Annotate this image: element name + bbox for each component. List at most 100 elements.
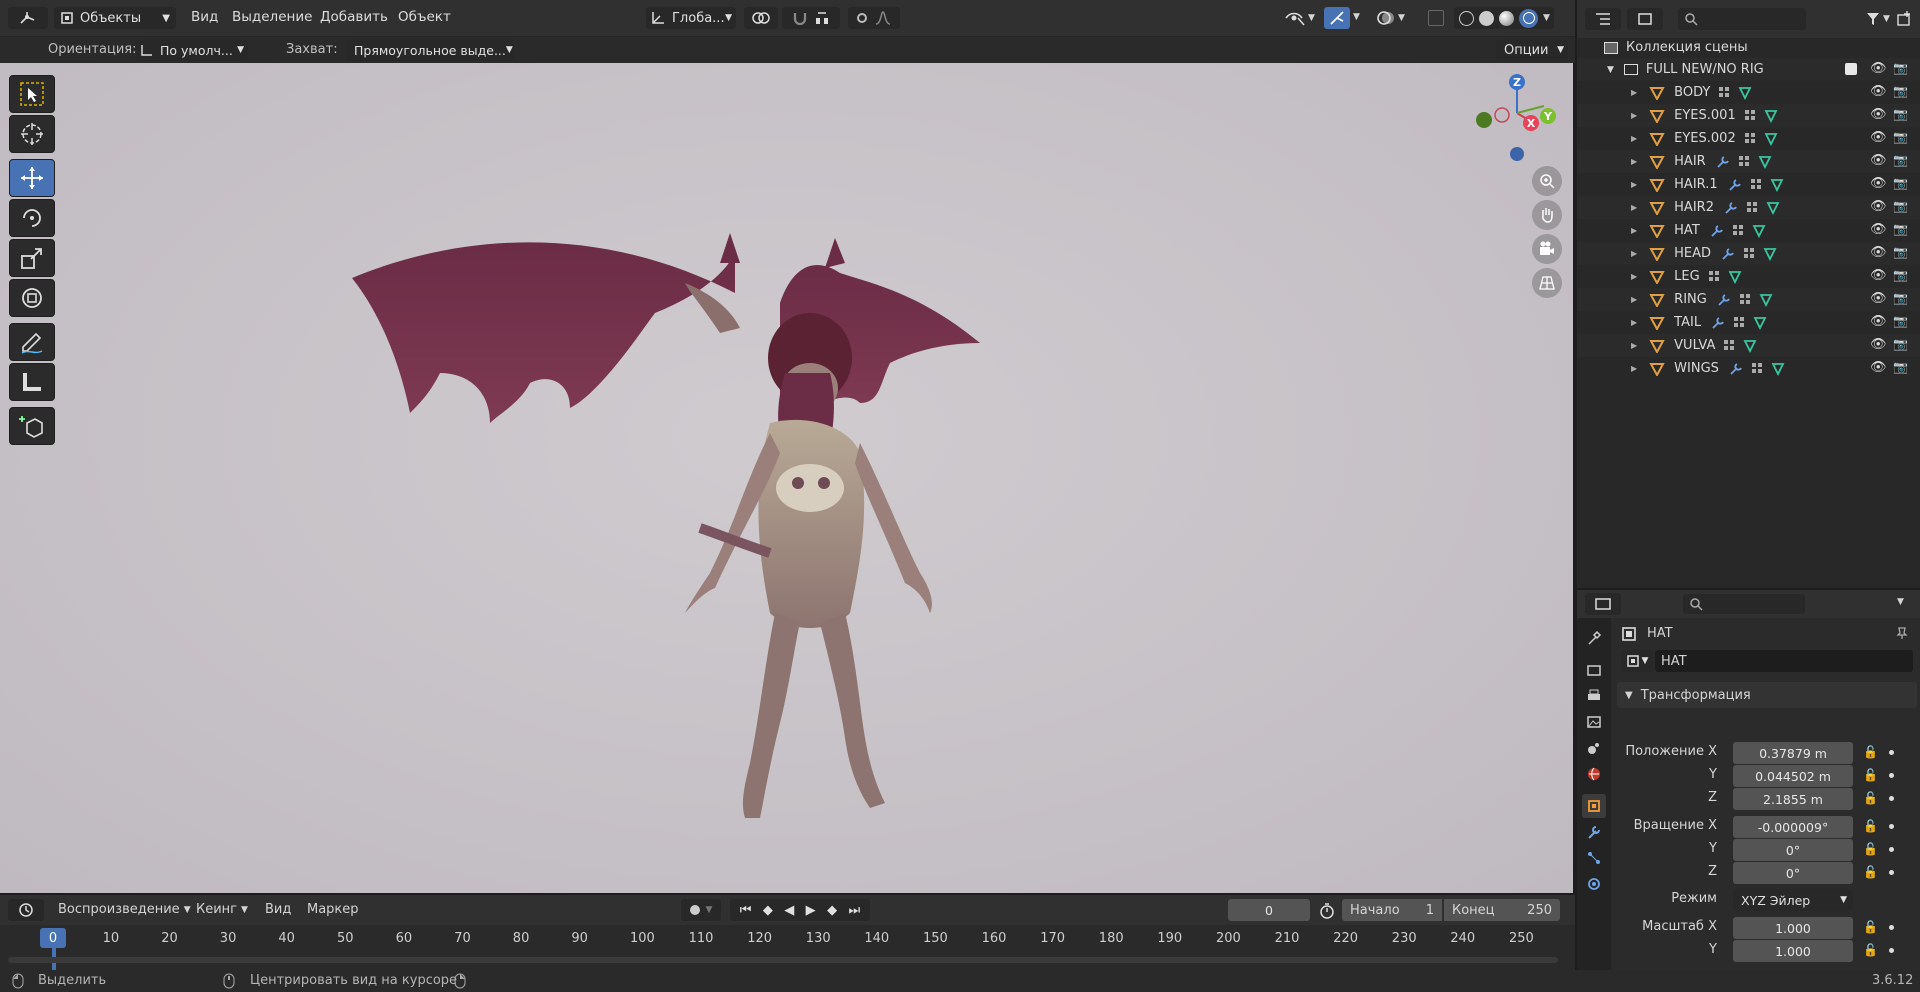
output-tab[interactable]	[1582, 684, 1606, 708]
object-name[interactable]: RING	[1674, 292, 1707, 307]
camera-render-icon[interactable]: 📷	[1893, 107, 1908, 121]
mesh-data-icon[interactable]	[1743, 339, 1757, 353]
rendered-shading-icon[interactable]	[1519, 8, 1538, 28]
mode-select[interactable]: Объекты ▼	[54, 7, 176, 29]
expand-right-icon[interactable]: ▶	[1631, 111, 1637, 120]
wrench-icon[interactable]	[1729, 362, 1743, 376]
modifiers-tab[interactable]	[1582, 820, 1606, 844]
pin-icon[interactable]	[1895, 626, 1909, 640]
keyframe-dot-icon[interactable]	[1889, 925, 1894, 930]
location-y-field[interactable]: 0.044502 m	[1733, 765, 1853, 787]
wrench-icon[interactable]	[1721, 247, 1735, 261]
neg-x-axis-handle[interactable]	[1494, 107, 1510, 123]
neg-y-axis-handle[interactable]	[1476, 112, 1492, 128]
eye-icon[interactable]: 👁	[1870, 360, 1887, 375]
vertex-groups-icon[interactable]	[1750, 178, 1764, 192]
object-name[interactable]: LEG	[1674, 269, 1700, 284]
play-reverse-icon[interactable]: ◀	[784, 903, 794, 918]
cursor-tool[interactable]	[9, 115, 55, 153]
mesh-data-icon[interactable]	[1766, 201, 1780, 215]
expand-down-icon[interactable]: ▼	[1607, 65, 1614, 75]
keyframe-dot-icon[interactable]	[1889, 824, 1894, 829]
vertex-groups-icon[interactable]	[1732, 224, 1746, 238]
outliner-object-row[interactable]: ▶ VULVA 👁 📷	[1577, 334, 1920, 357]
expand-right-icon[interactable]: ▶	[1631, 364, 1637, 373]
outliner-object-row[interactable]: ▶ WINGS 👁 📷	[1577, 357, 1920, 380]
zoom-button[interactable]	[1532, 166, 1562, 196]
keyframe-dot-icon[interactable]	[1889, 870, 1894, 875]
object-name[interactable]: HAIR	[1674, 154, 1706, 169]
object-name[interactable]: EYES.002	[1674, 131, 1736, 146]
eye-icon[interactable]: 👁	[1870, 130, 1887, 145]
display-mode-button[interactable]	[1627, 8, 1663, 30]
eye-icon[interactable]: 👁	[1870, 153, 1887, 168]
outliner-object-row[interactable]: ▶ HAT 👁 📷	[1577, 219, 1920, 242]
vertex-groups-icon[interactable]	[1746, 201, 1760, 215]
chevron-down-icon[interactable]: ▼	[1543, 13, 1550, 23]
expand-right-icon[interactable]: ▶	[1631, 203, 1637, 212]
keyframe-dot-icon[interactable]	[1889, 750, 1894, 755]
timeline-view-menu[interactable]: Вид	[265, 902, 291, 917]
outliner-object-row[interactable]: ▶ HAIR 👁 📷	[1577, 150, 1920, 173]
render-tab[interactable]	[1582, 658, 1606, 682]
mesh-data-icon[interactable]	[1763, 247, 1777, 261]
chevron-down-icon[interactable]: ▼	[1353, 12, 1360, 22]
camera-render-icon[interactable]: 📷	[1893, 314, 1908, 328]
outliner-object-row[interactable]: ▶ EYES.001 👁 📷	[1577, 104, 1920, 127]
eye-icon[interactable]: 👁	[1870, 314, 1887, 329]
object-name[interactable]: HAIR.1	[1674, 177, 1717, 192]
eye-icon[interactable]: 👁	[1870, 291, 1887, 306]
wireframe-shading-icon[interactable]	[1459, 10, 1474, 26]
eye-icon[interactable]: 👁	[1870, 222, 1887, 237]
neg-z-axis-handle[interactable]	[1510, 147, 1524, 161]
orientation-select[interactable]: По умолч... ▼	[136, 39, 248, 61]
selection-mode-select[interactable]: Прямоугольное выде... ▼	[346, 39, 514, 61]
world-tab[interactable]	[1582, 762, 1606, 786]
vertex-groups-icon[interactable]	[1733, 316, 1747, 330]
camera-render-icon[interactable]: 📷	[1893, 84, 1908, 98]
pivot-point-button[interactable]	[744, 7, 778, 29]
object-name[interactable]: BODY	[1674, 85, 1710, 100]
stopwatch-icon[interactable]	[1318, 902, 1336, 920]
rotate-tool[interactable]	[9, 199, 55, 237]
wrench-icon[interactable]	[1711, 316, 1725, 330]
vertex-groups-icon[interactable]	[1744, 109, 1758, 123]
mesh-data-icon[interactable]	[1758, 155, 1772, 169]
jump-start-icon[interactable]: ⏮	[740, 903, 752, 918]
scene-tab[interactable]	[1582, 736, 1606, 760]
object-name[interactable]: TAIL	[1674, 315, 1701, 330]
mesh-data-icon[interactable]	[1764, 132, 1778, 146]
mesh-data-icon[interactable]	[1764, 109, 1778, 123]
keying-menu[interactable]: Кеинг ▼	[196, 902, 248, 917]
expand-right-icon[interactable]: ▶	[1631, 249, 1637, 258]
solid-shading-icon[interactable]	[1479, 10, 1494, 26]
marker-menu[interactable]: Маркер	[307, 902, 359, 917]
playback-menu[interactable]: Воспроизведение ▼	[58, 902, 191, 917]
vertex-groups-icon[interactable]	[1744, 132, 1758, 146]
camera-render-icon[interactable]: 📷	[1893, 61, 1908, 75]
lock-icon[interactable]: 🔓	[1863, 768, 1878, 782]
mesh-data-icon[interactable]	[1753, 316, 1767, 330]
properties-search-input[interactable]	[1683, 594, 1805, 614]
camera-render-icon[interactable]: 📷	[1893, 222, 1908, 236]
pan-button[interactable]	[1532, 200, 1562, 230]
object-name[interactable]: HAT	[1674, 223, 1700, 238]
expand-right-icon[interactable]: ▶	[1631, 226, 1637, 235]
expand-right-icon[interactable]: ▶	[1631, 272, 1637, 281]
eye-icon[interactable]: 👁	[1870, 199, 1887, 214]
keyframe-dot-icon[interactable]	[1889, 847, 1894, 852]
camera-render-icon[interactable]: 📷	[1893, 176, 1908, 190]
object-name[interactable]: HEAD	[1674, 246, 1711, 261]
keyframe-dot-icon[interactable]	[1889, 948, 1894, 953]
auto-keying-toggle[interactable]: ▼	[681, 899, 721, 921]
3d-viewport[interactable]: Z X Y	[0, 63, 1573, 893]
location-x-field[interactable]: 0.37879 m	[1733, 742, 1853, 764]
expand-right-icon[interactable]: ▶	[1631, 295, 1637, 304]
jump-keyframe-forward-icon[interactable]: ◆	[827, 903, 837, 918]
menu-view[interactable]: Вид	[191, 9, 218, 25]
camera-render-icon[interactable]: 📷	[1893, 153, 1908, 167]
eye-icon[interactable]: 👁	[1870, 107, 1887, 122]
filter-button[interactable]: ▼	[1865, 10, 1891, 28]
scale-x-field[interactable]: 1.000	[1733, 917, 1853, 939]
outliner-object-row[interactable]: ▶ RING 👁 📷	[1577, 288, 1920, 311]
